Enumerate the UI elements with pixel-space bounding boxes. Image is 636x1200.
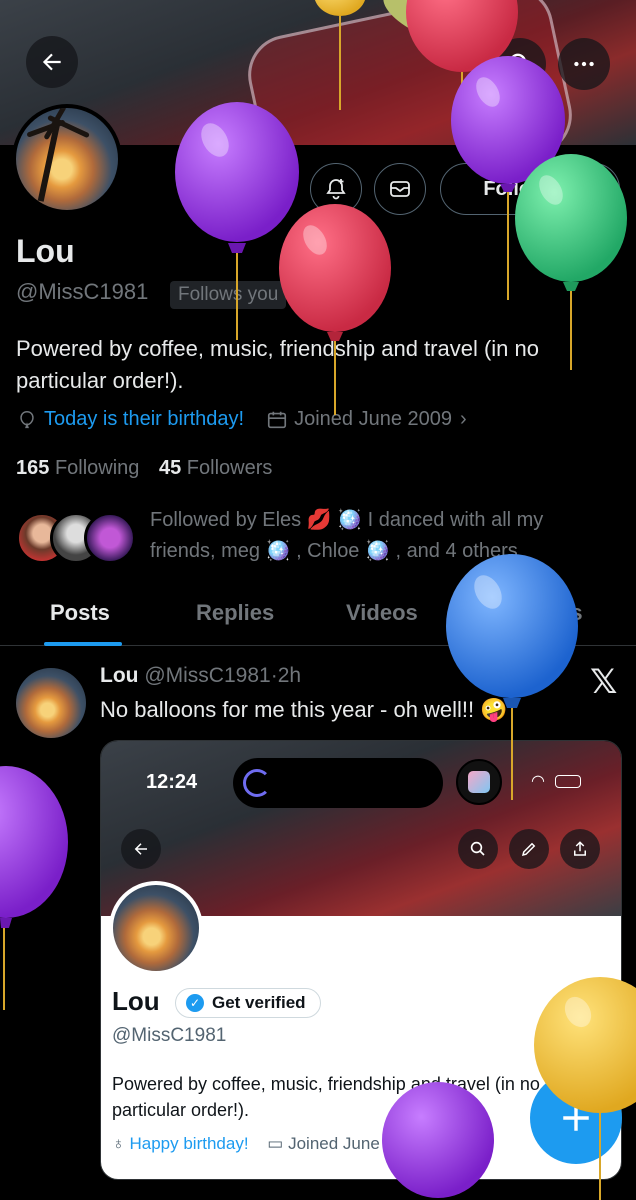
following-count: 165: [16, 457, 50, 479]
profile-handle: @MissC1981: [16, 279, 149, 304]
balloon-icon: ♁: [112, 1134, 125, 1153]
arrow-left-icon: [42, 53, 61, 71]
profile-avatar[interactable]: [12, 104, 122, 214]
tab-replies[interactable]: Replies: [196, 600, 274, 626]
embed-name: Lou: [112, 986, 160, 1016]
tab-photos[interactable]: Photos: [508, 600, 583, 626]
profile-tabs: Posts Replies Videos Photos: [0, 590, 636, 646]
embed-handle: @MissC1981: [112, 1025, 227, 1046]
pencil-icon: [521, 842, 536, 857]
follows-you-badge: Follows you: [170, 281, 287, 309]
post-author[interactable]: Lou: [100, 664, 138, 687]
embed-meta: ♁ Happy birthday! ▭ Joined June 2009: [112, 1134, 422, 1154]
active-tab-indicator: [44, 642, 122, 646]
battery-icon: [555, 775, 582, 789]
embed-status-time: 12:24: [146, 771, 198, 793]
joined-date: Joined June 2009: [294, 408, 453, 430]
search-icon: [470, 841, 485, 856]
followers-stat[interactable]: 45 Followers: [159, 457, 272, 479]
following-stat[interactable]: 165 Following: [16, 457, 139, 479]
embed-avatar: [109, 881, 203, 975]
profile-name: Lou: [16, 233, 75, 269]
calendar-icon: ▭: [267, 1134, 284, 1153]
profile-meta: Today is their birthday! Joined June 200…: [16, 408, 467, 431]
followed-by-text[interactable]: Followed by Eles 💋 🪩 I danced with all m…: [150, 505, 590, 567]
tab-videos[interactable]: Videos: [346, 600, 418, 626]
post-avatar[interactable]: [16, 668, 86, 738]
embed-back-button: [121, 829, 161, 869]
island-avatar: [456, 759, 502, 805]
avatar: [84, 512, 136, 564]
embed-birthday: Happy birthday!: [129, 1134, 249, 1153]
following-stat-label: Following: [54, 457, 140, 479]
get-verified-badge: ✓ Get verified: [175, 988, 321, 1018]
more-icon: [574, 61, 594, 67]
follow-stats: 165 Following 45 Followers: [16, 457, 272, 480]
post-handle[interactable]: @MissC1981: [144, 664, 270, 687]
message-button[interactable]: [374, 163, 426, 215]
more-button[interactable]: [558, 38, 610, 90]
notify-button[interactable]: [310, 163, 362, 215]
balloon-icon: [20, 410, 34, 428]
balloon-purple-left-edge: [0, 766, 68, 1010]
search-button[interactable]: [494, 38, 546, 90]
get-verified-label: Get verified: [212, 993, 306, 1012]
arrow-left-icon: [134, 843, 147, 855]
post-time: 2h: [277, 664, 302, 687]
status-icons: ◠: [531, 771, 582, 791]
loading-ring-icon: [243, 769, 271, 797]
followers-count: 45: [158, 457, 182, 479]
verified-check-icon: ✓: [186, 994, 204, 1012]
calendar-icon: [268, 411, 287, 428]
following-button[interactable]: Following: [440, 163, 620, 215]
envelope-icon: [390, 181, 410, 197]
x-logo-icon: 𝕏: [590, 663, 618, 701]
search-icon: [509, 53, 530, 74]
compose-button[interactable]: [530, 1072, 622, 1164]
embed-edit-button: [509, 829, 549, 869]
dynamic-island: [233, 758, 443, 808]
embed-search-button: [458, 829, 498, 869]
chevron-right-icon[interactable]: ›: [460, 408, 467, 431]
back-button[interactable]: [26, 36, 78, 88]
wifi-icon: ◠: [531, 773, 545, 790]
share-icon: [574, 841, 586, 856]
post-header: Lou @MissC1981·2h: [100, 664, 302, 687]
embed-joined: Joined June 2009: [288, 1134, 423, 1153]
profile-bio: Powered by coffee, music, friendship and…: [16, 336, 539, 393]
plus-icon: [563, 1105, 589, 1131]
bell-plus-icon: [326, 179, 346, 200]
tab-posts[interactable]: Posts: [50, 600, 110, 626]
followers-stat-label: Followers: [186, 457, 273, 479]
post-text: No balloons for me this year - oh well!!…: [100, 697, 508, 722]
embed-share-button: [560, 829, 600, 869]
birthday-link[interactable]: Today is their birthday!: [44, 408, 244, 431]
followed-by-avatars[interactable]: [16, 512, 136, 568]
